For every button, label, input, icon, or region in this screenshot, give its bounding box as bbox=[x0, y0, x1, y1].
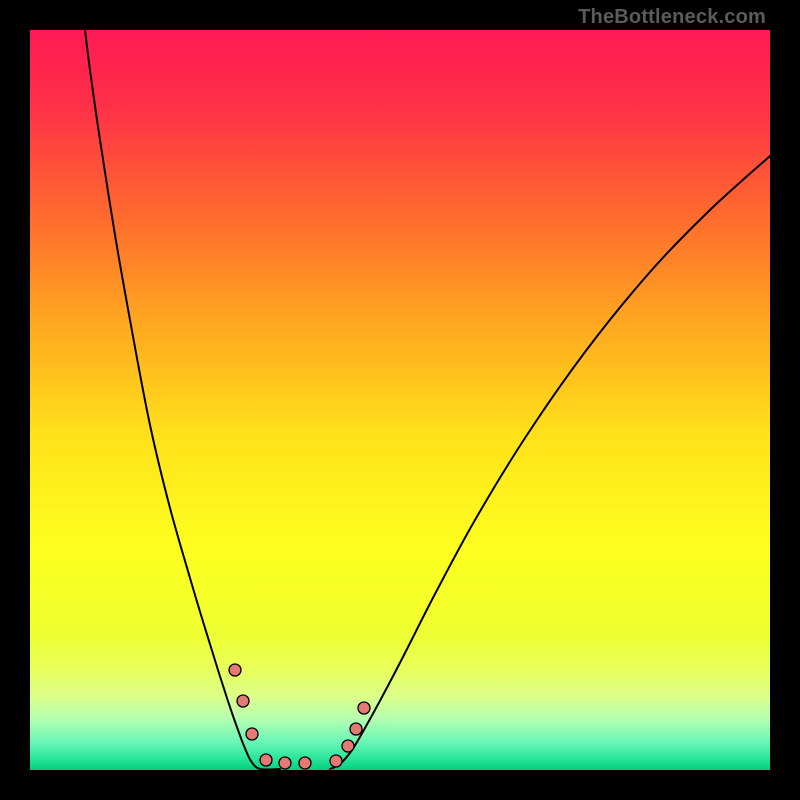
data-marker bbox=[358, 702, 370, 714]
data-marker bbox=[279, 757, 291, 769]
data-marker bbox=[260, 754, 272, 766]
data-marker bbox=[246, 728, 258, 740]
curves-layer bbox=[30, 30, 770, 770]
data-marker bbox=[330, 755, 342, 767]
data-marker bbox=[342, 740, 354, 752]
right-curve bbox=[330, 156, 770, 769]
data-marker bbox=[237, 695, 249, 707]
watermark-text: TheBottleneck.com bbox=[578, 6, 766, 29]
data-marker bbox=[350, 723, 362, 735]
chart-frame: TheBottleneck.com bbox=[0, 0, 800, 800]
plot-area bbox=[30, 30, 770, 770]
data-marker bbox=[299, 757, 311, 769]
data-marker bbox=[229, 664, 241, 676]
left-curve bbox=[85, 30, 280, 770]
